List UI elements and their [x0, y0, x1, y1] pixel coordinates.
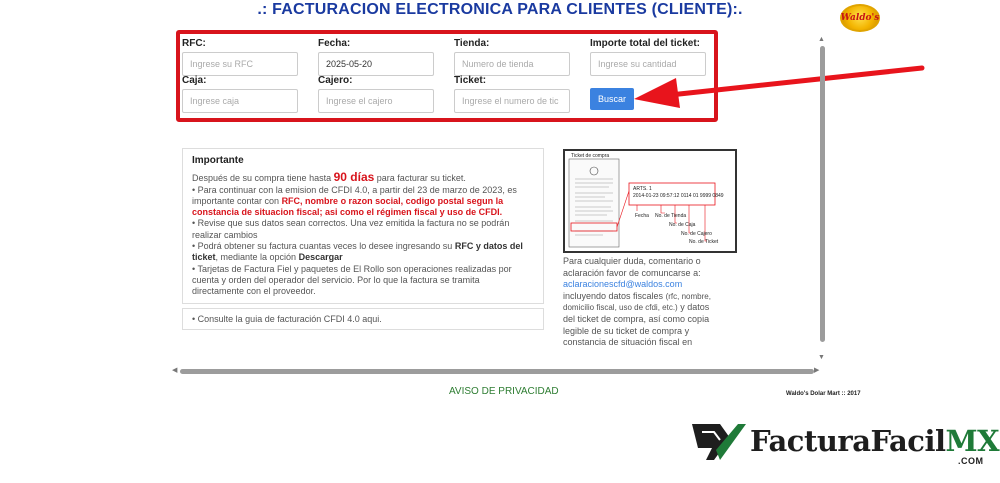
ticket-image-title: Ticket de compra [571, 153, 610, 159]
scroll-up-icon[interactable]: ▲ [818, 36, 825, 43]
scroll-right-icon[interactable]: ▶ [814, 366, 819, 374]
ticket-example-image: Ticket de compra ARTS. 1 2014-01-23 09:5… [563, 149, 737, 253]
ticket-label: Ticket: [454, 75, 487, 86]
caja-label: Caja: [182, 75, 207, 86]
important-info-box: Importante Después de su compra tiene ha… [182, 148, 544, 304]
info-deadline-days: 90 días [333, 170, 375, 185]
guia-link[interactable]: • Consulte la guia de facturación CFDI 4… [182, 308, 544, 330]
info-deadline: Después de su compra tiene hasta 90 días… [192, 170, 534, 185]
cajero-label: Cajero: [318, 75, 353, 86]
fecha-input[interactable]: 2025-05-20 [318, 52, 434, 76]
vertical-scrollbar[interactable]: ▲ ▼ [816, 36, 828, 366]
brand-name-b: MX [945, 424, 1000, 458]
rfc-label: RFC: [182, 38, 206, 49]
info-download-option: Descargar [298, 252, 343, 263]
importe-label: Importe total del ticket: [590, 38, 701, 49]
brand-suffix: .COM [958, 456, 984, 466]
ticket-image-cajero: No. de Cajero [681, 231, 712, 237]
fecha-field: Fecha: 2025-05-20 [318, 38, 434, 76]
scroll-down-icon[interactable]: ▼ [818, 354, 825, 361]
ticket-image-tienda: No. de Tienda [655, 213, 687, 219]
info-download-pre: • Podrá obtener su factura cuantas veces… [192, 241, 455, 252]
horizontal-scrollbar[interactable]: ◀ ▶ [172, 366, 822, 376]
contact-fiscal-data: incluyendo datos fiscales (rfc, nombre, … [563, 291, 711, 349]
ticket-input[interactable]: Ingrese el numero de tic [454, 89, 570, 113]
ticket-field: Ticket: Ingrese el numero de tic [454, 75, 570, 113]
waldos-logo: Waldo's [840, 4, 880, 32]
info-cards: • Tarjetas de Factura Fiel y paquetes de… [192, 263, 512, 297]
horizontal-scroll-thumb[interactable] [180, 369, 814, 374]
cajero-field: Cajero: Ingrese el cajero [318, 75, 434, 113]
caja-input[interactable]: Ingrese caja [182, 89, 298, 113]
ticket-image-line2: 2014-01-23 09:57:12 0114 01 9999 0849 [633, 193, 724, 199]
buscar-button[interactable]: Buscar [590, 88, 634, 110]
ticket-image-line1: ARTS. 1 [633, 186, 652, 192]
info-download-mid: , mediante la opción [215, 252, 299, 263]
copyright-text: Waldo's Dolar Mart :: 2017 [786, 391, 861, 397]
contact-email-link[interactable]: aclaracionescfd@waldos.com [563, 279, 711, 291]
info-cfdi-requirements: • Para continuar con la emision de CFDI … [192, 185, 534, 219]
info-review: • Revise que sus datos sean correctos. U… [192, 218, 510, 240]
tienda-label: Tienda: [454, 38, 490, 49]
scroll-left-icon[interactable]: ◀ [172, 366, 177, 374]
ticket-image-ticket: No. de Ticket [689, 239, 719, 245]
info-deadline-post: para facturar su ticket. [374, 173, 466, 184]
facturafacil-emblem-icon [692, 424, 746, 460]
contact-intro: Para cualquier duda, comentario o aclara… [563, 256, 701, 278]
info-heading: Importante [192, 155, 244, 166]
info-deadline-pre: Después de su compra tiene hasta [192, 173, 334, 184]
ticket-image-caja: No. de Caja [669, 222, 696, 228]
info-download: • Podrá obtener su factura cuantas veces… [192, 241, 534, 264]
caja-field: Caja: Ingrese caja [182, 75, 298, 113]
privacy-notice-link[interactable]: AVISO DE PRIVACIDAD [449, 386, 559, 397]
tienda-field: Tienda: Numero de tienda [454, 38, 570, 76]
ticket-image-fecha: Fecha [635, 213, 649, 219]
fecha-label: Fecha: [318, 38, 351, 49]
vertical-scroll-thumb[interactable] [820, 46, 825, 342]
facturafacilmx-logo: FacturaFacilMX .COM [690, 420, 1000, 470]
facturafacil-wordmark: FacturaFacilMX [750, 424, 1000, 458]
contact-fiscal-label: incluyendo datos fiscales [563, 290, 664, 301]
cajero-input[interactable]: Ingrese el cajero [318, 89, 434, 113]
tienda-input[interactable]: Numero de tienda [454, 52, 570, 76]
page-title: .: FACTURACION ELECTRONICA PARA CLIENTES… [257, 1, 743, 18]
rfc-input[interactable]: Ingrese su RFC [182, 52, 298, 76]
brand-name-a: FacturaFacil [750, 424, 946, 458]
red-arrow-icon [634, 65, 925, 108]
contact-info: Para cualquier duda, comentario o aclara… [563, 256, 711, 349]
rfc-field: RFC: Ingrese su RFC [182, 38, 298, 76]
page: .: FACTURACION ELECTRONICA PARA CLIENTES… [0, 0, 1000, 483]
